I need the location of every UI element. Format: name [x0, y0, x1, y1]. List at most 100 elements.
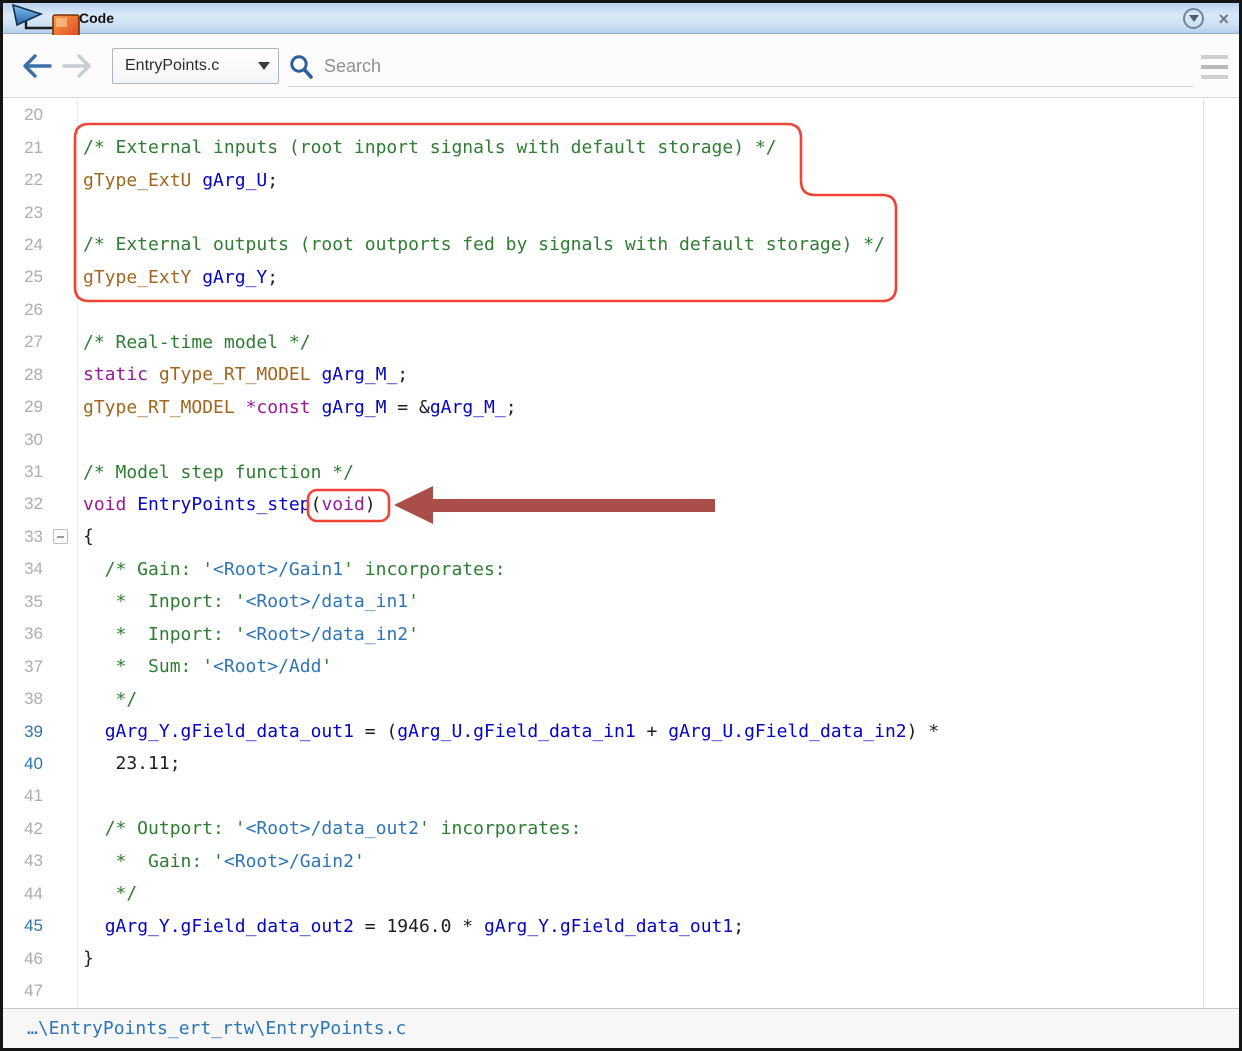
line-number: 42: [3, 819, 43, 839]
code-text: gArg_Y.gField_data_out1 = (gArg_U.gField…: [78, 721, 939, 742]
fold-column: [43, 715, 78, 747]
fold-column: [43, 229, 78, 261]
code-text: static gType_RT_MODEL gArg_M_;: [78, 364, 408, 385]
code-line: 31 /* Model step function */: [3, 456, 1239, 488]
line-number: 38: [3, 689, 43, 709]
file-path: …\EntryPoints_ert_rtw\EntryPoints.c: [27, 1018, 406, 1039]
code-line: 39 gArg_Y.gField_data_out1 = (gArg_U.gFi…: [3, 715, 1239, 747]
code-text: {: [78, 526, 94, 547]
minimize-panel-icon[interactable]: [1183, 8, 1204, 29]
code-line: 45 gArg_Y.gField_data_out2 = 1946.0 * gA…: [3, 910, 1239, 942]
titlebar: Code ×: [3, 3, 1239, 34]
line-number: 29: [3, 397, 43, 417]
code-text: /* External inputs (root inport signals …: [78, 137, 777, 158]
code-text: /* Model step function */: [78, 462, 354, 483]
code-line: 46}: [3, 942, 1239, 974]
code-text: /* Real-time model */: [78, 332, 311, 353]
vertical-scrollbar[interactable]: [1203, 99, 1204, 1008]
line-number: 36: [3, 624, 43, 644]
code-text: /* External outputs (root outports fed b…: [78, 234, 885, 255]
code-line: 36 * Inport: '<Root>/data_in2': [3, 618, 1239, 650]
line-number: 45: [3, 916, 43, 936]
fold-column: [43, 878, 78, 910]
fold-column: [43, 326, 78, 358]
fold-column: [43, 780, 78, 812]
line-number: 24: [3, 235, 43, 255]
fold-column: [43, 99, 78, 131]
statusbar: …\EntryPoints_ert_rtw\EntryPoints.c: [3, 1008, 1239, 1048]
toolbar: EntryPoints.c: [3, 35, 1239, 98]
code-line: 29 gType_RT_MODEL *const gArg_M = &gArg_M…: [3, 391, 1239, 423]
fold-column: [43, 975, 78, 1007]
fold-column: [43, 423, 78, 455]
back-button[interactable]: [21, 49, 53, 83]
code-text: 23.11;: [78, 753, 181, 774]
file-selector-dropdown[interactable]: EntryPoints.c: [112, 48, 279, 84]
code-line: 21/* External inputs (root inport signal…: [3, 131, 1239, 163]
collapse-minus-icon[interactable]: [53, 529, 68, 544]
code-line: 42 /* Outport: '<Root>/data_out2' incorp…: [3, 813, 1239, 845]
code-line: 28 static gType_RT_MODEL gArg_M_;: [3, 359, 1239, 391]
code-text: */: [78, 883, 137, 904]
fold-column: [43, 196, 78, 228]
code-text: gArg_Y.gField_data_out2 = 1946.0 * gArg_…: [78, 916, 744, 937]
line-number: 28: [3, 365, 43, 385]
code-line: 38 */: [3, 683, 1239, 715]
code-line: 35 * Inport: '<Root>/data_in1': [3, 586, 1239, 618]
search-input[interactable]: [324, 56, 1193, 77]
search-field: [288, 47, 1193, 87]
code-text: gType_ExtY gArg_Y;: [78, 267, 278, 288]
close-icon[interactable]: ×: [1218, 10, 1229, 28]
code-line: 24 /* External outputs (root outports fed…: [3, 229, 1239, 261]
line-number: 47: [3, 981, 43, 1001]
fold-toggle[interactable]: [43, 521, 78, 553]
code-window: Code × EntryPoints.c 20 21/* External inp…: [0, 0, 1242, 1051]
search-icon: [288, 54, 314, 80]
hamburger-menu-icon[interactable]: [1201, 55, 1228, 79]
code-line: 34 /* Gain: '<Root>/Gain1' incorporates:: [3, 553, 1239, 585]
fold-column: [43, 845, 78, 877]
code-line: 37 * Sum: '<Root>/Add': [3, 650, 1239, 682]
code-line: 30: [3, 423, 1239, 455]
code-line: 43 * Gain: '<Root>/Gain2': [3, 845, 1239, 877]
fold-column: [43, 650, 78, 682]
code-text: */: [78, 689, 137, 710]
fold-column: [43, 294, 78, 326]
code-line: 20: [3, 99, 1239, 131]
code-line: 40 23.11;: [3, 748, 1239, 780]
line-number: 32: [3, 494, 43, 514]
code-editor[interactable]: 20 21/* External inputs (root inport sign…: [3, 99, 1239, 1008]
line-number: 35: [3, 592, 43, 612]
fold-column: [43, 164, 78, 196]
fold-column: [43, 131, 78, 163]
forward-button[interactable]: [61, 49, 93, 83]
fold-column: [43, 942, 78, 974]
code-text: /* Outport: '<Root>/data_out2' incorpora…: [78, 818, 582, 839]
fold-column: [43, 553, 78, 585]
line-number: 20: [3, 105, 43, 125]
code-text: void EntryPoints_step(void): [78, 494, 376, 515]
fold-column: [43, 683, 78, 715]
line-number: 44: [3, 884, 43, 904]
line-number: 39: [3, 722, 43, 742]
fold-column: [43, 359, 78, 391]
fold-column: [43, 391, 78, 423]
line-number: 37: [3, 657, 43, 677]
code-line: 25gType_ExtY gArg_Y;: [3, 261, 1239, 293]
fold-column: [43, 261, 78, 293]
fold-column: [43, 618, 78, 650]
fold-column: [43, 813, 78, 845]
line-number: 33: [3, 527, 43, 547]
code-text: gType_RT_MODEL *const gArg_M = &gArg_M_;: [78, 397, 517, 418]
code-text: * Gain: '<Root>/Gain2': [78, 851, 365, 872]
line-number: 30: [3, 430, 43, 450]
code-line: 22gType_ExtU gArg_U;: [3, 164, 1239, 196]
code-line: 26: [3, 294, 1239, 326]
code-line: 33 {: [3, 521, 1239, 553]
code-line: 41: [3, 780, 1239, 812]
file-selector-value: EntryPoints.c: [125, 57, 252, 75]
line-number: 31: [3, 462, 43, 482]
line-number: 43: [3, 851, 43, 871]
code-text: * Inport: '<Root>/data_in2': [78, 624, 419, 645]
code-text: * Sum: '<Root>/Add': [78, 656, 332, 677]
